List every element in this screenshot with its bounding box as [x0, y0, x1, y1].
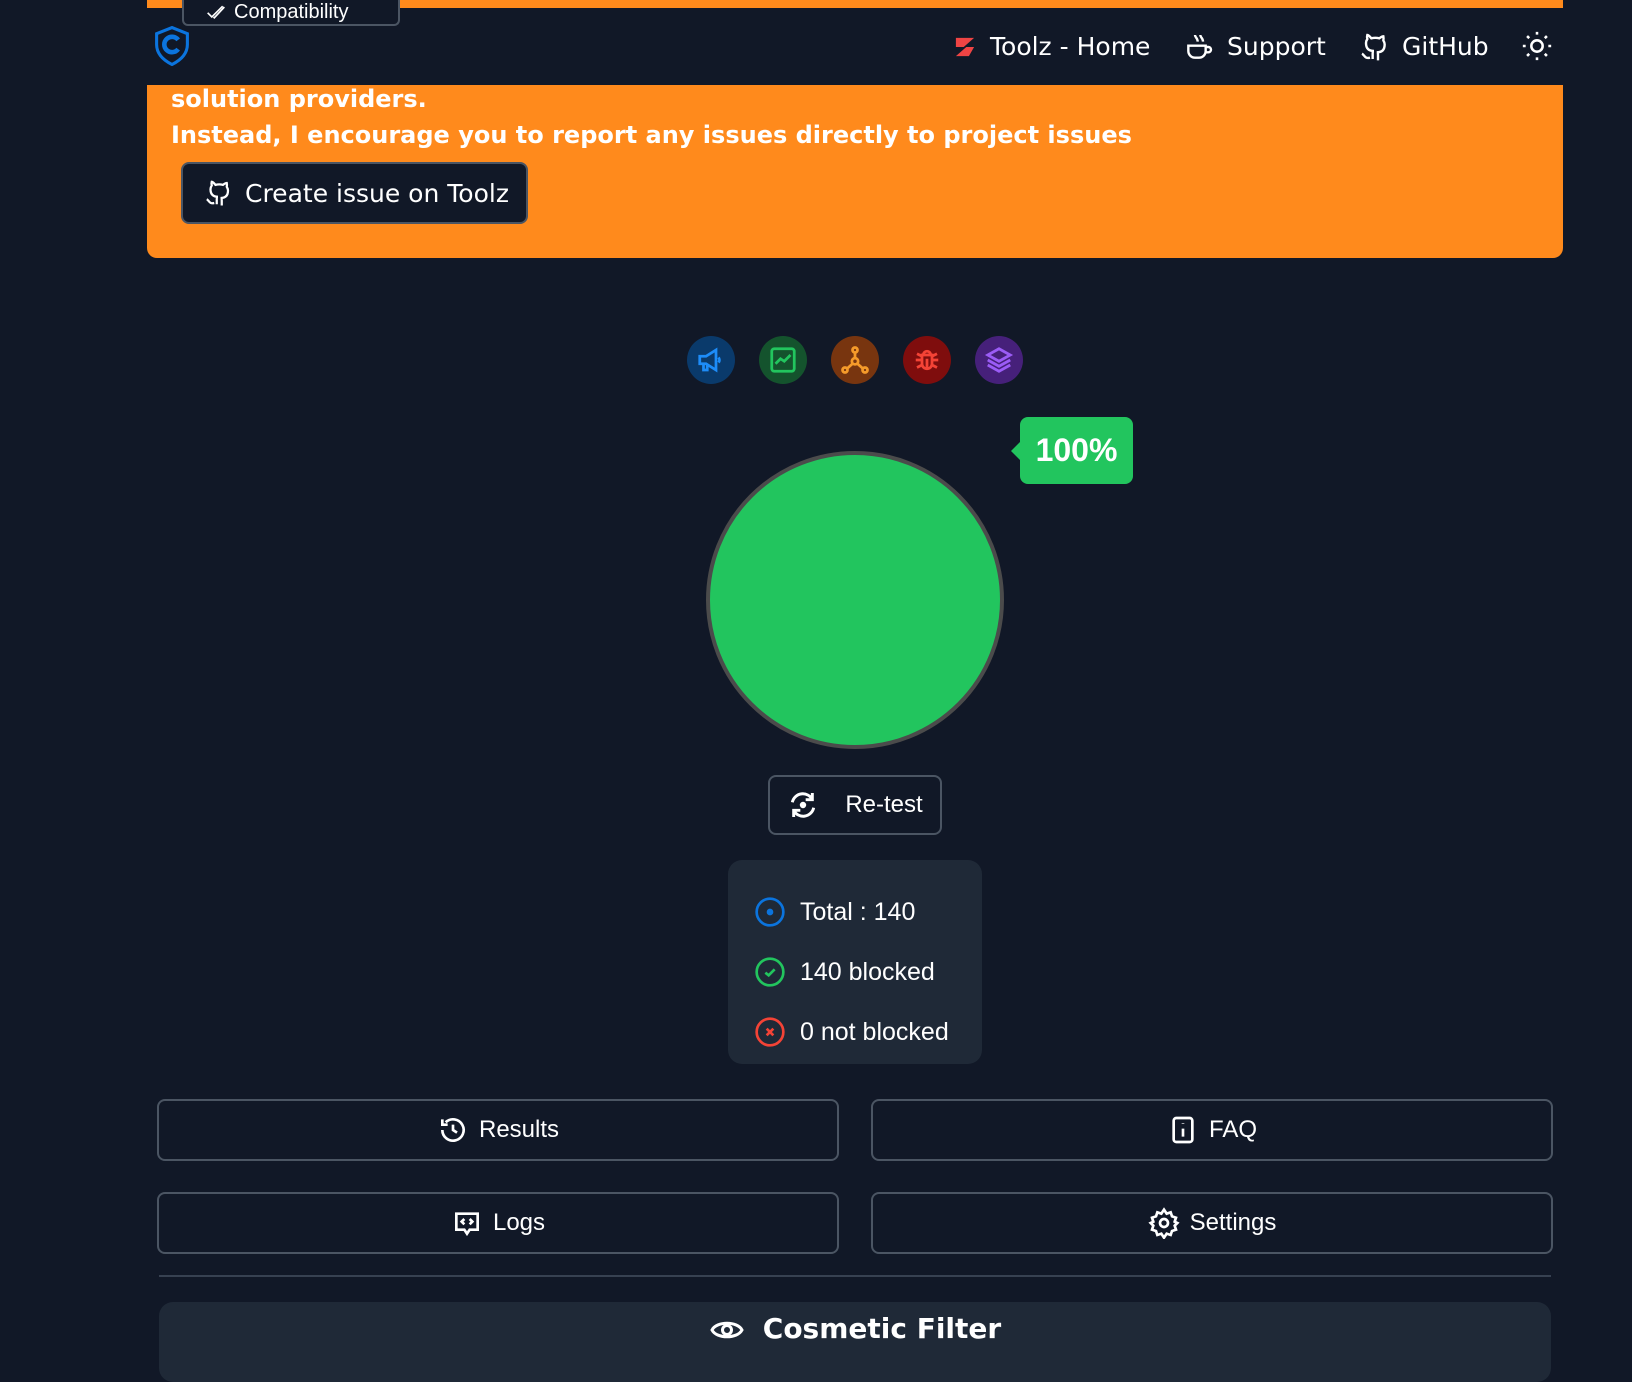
- refresh-icon: [791, 792, 816, 818]
- nav-github[interactable]: GitHub: [1358, 8, 1489, 85]
- github-icon: [206, 180, 230, 206]
- gear-icon: [1148, 1207, 1180, 1239]
- settings-button[interactable]: Settings: [871, 1192, 1553, 1254]
- x-circle-icon: [755, 1017, 785, 1047]
- theme-toggle-sun-icon[interactable]: [1520, 29, 1554, 63]
- result-pie-chart: [706, 451, 1004, 749]
- target-icon: [755, 897, 785, 927]
- code-message-icon: [454, 1212, 479, 1237]
- coffee-icon: [1187, 34, 1213, 59]
- pie-slice-blocked: [706, 451, 1004, 749]
- banner-text: Instead, I encourage you to report any i…: [171, 121, 1132, 149]
- stat-not-blocked: 0 not blocked: [754, 1002, 982, 1062]
- check-icon: [207, 5, 225, 20]
- toolz-logo-icon: [955, 37, 975, 56]
- info-icon: [1172, 1116, 1194, 1144]
- nav-toolz-home[interactable]: Toolz - Home: [952, 8, 1150, 85]
- bug-icon[interactable]: [903, 336, 951, 384]
- cosmetic-filter-panel: Cosmetic Filter: [159, 1302, 1551, 1382]
- percent-badge: 100%: [1011, 417, 1133, 484]
- stat-total: Total : 140: [754, 882, 982, 942]
- network-icon[interactable]: [831, 336, 879, 384]
- faq-button[interactable]: FAQ: [871, 1099, 1553, 1161]
- cosmetic-filter-title: Cosmetic Filter: [762, 1312, 1002, 1345]
- chart-icon[interactable]: [759, 336, 807, 384]
- megaphone-icon[interactable]: [687, 336, 735, 384]
- layers-icon[interactable]: [975, 336, 1023, 384]
- shield-logo-icon[interactable]: [153, 26, 191, 66]
- check-circle-icon: [755, 957, 785, 987]
- github-icon: [1361, 33, 1386, 60]
- logs-button[interactable]: Logs: [157, 1192, 839, 1254]
- tab-compatibility[interactable]: Compatibility: [182, 0, 400, 26]
- banner-text: solution providers.: [171, 85, 427, 113]
- retest-button[interactable]: Re-test: [768, 775, 942, 835]
- divider: [159, 1275, 1551, 1277]
- stat-blocked: 140 blocked: [754, 942, 982, 1002]
- nav-support[interactable]: Support: [1183, 8, 1326, 85]
- create-issue-button[interactable]: Create issue on Toolz: [181, 162, 528, 224]
- history-icon: [440, 1118, 465, 1142]
- stats-panel: Total : 140 140 blocked 0 not blocked: [728, 860, 982, 1064]
- eye-icon: [710, 1321, 744, 1339]
- warning-banner: solution providers. Instead, I encourage…: [147, 85, 1563, 258]
- results-button[interactable]: Results: [157, 1099, 839, 1161]
